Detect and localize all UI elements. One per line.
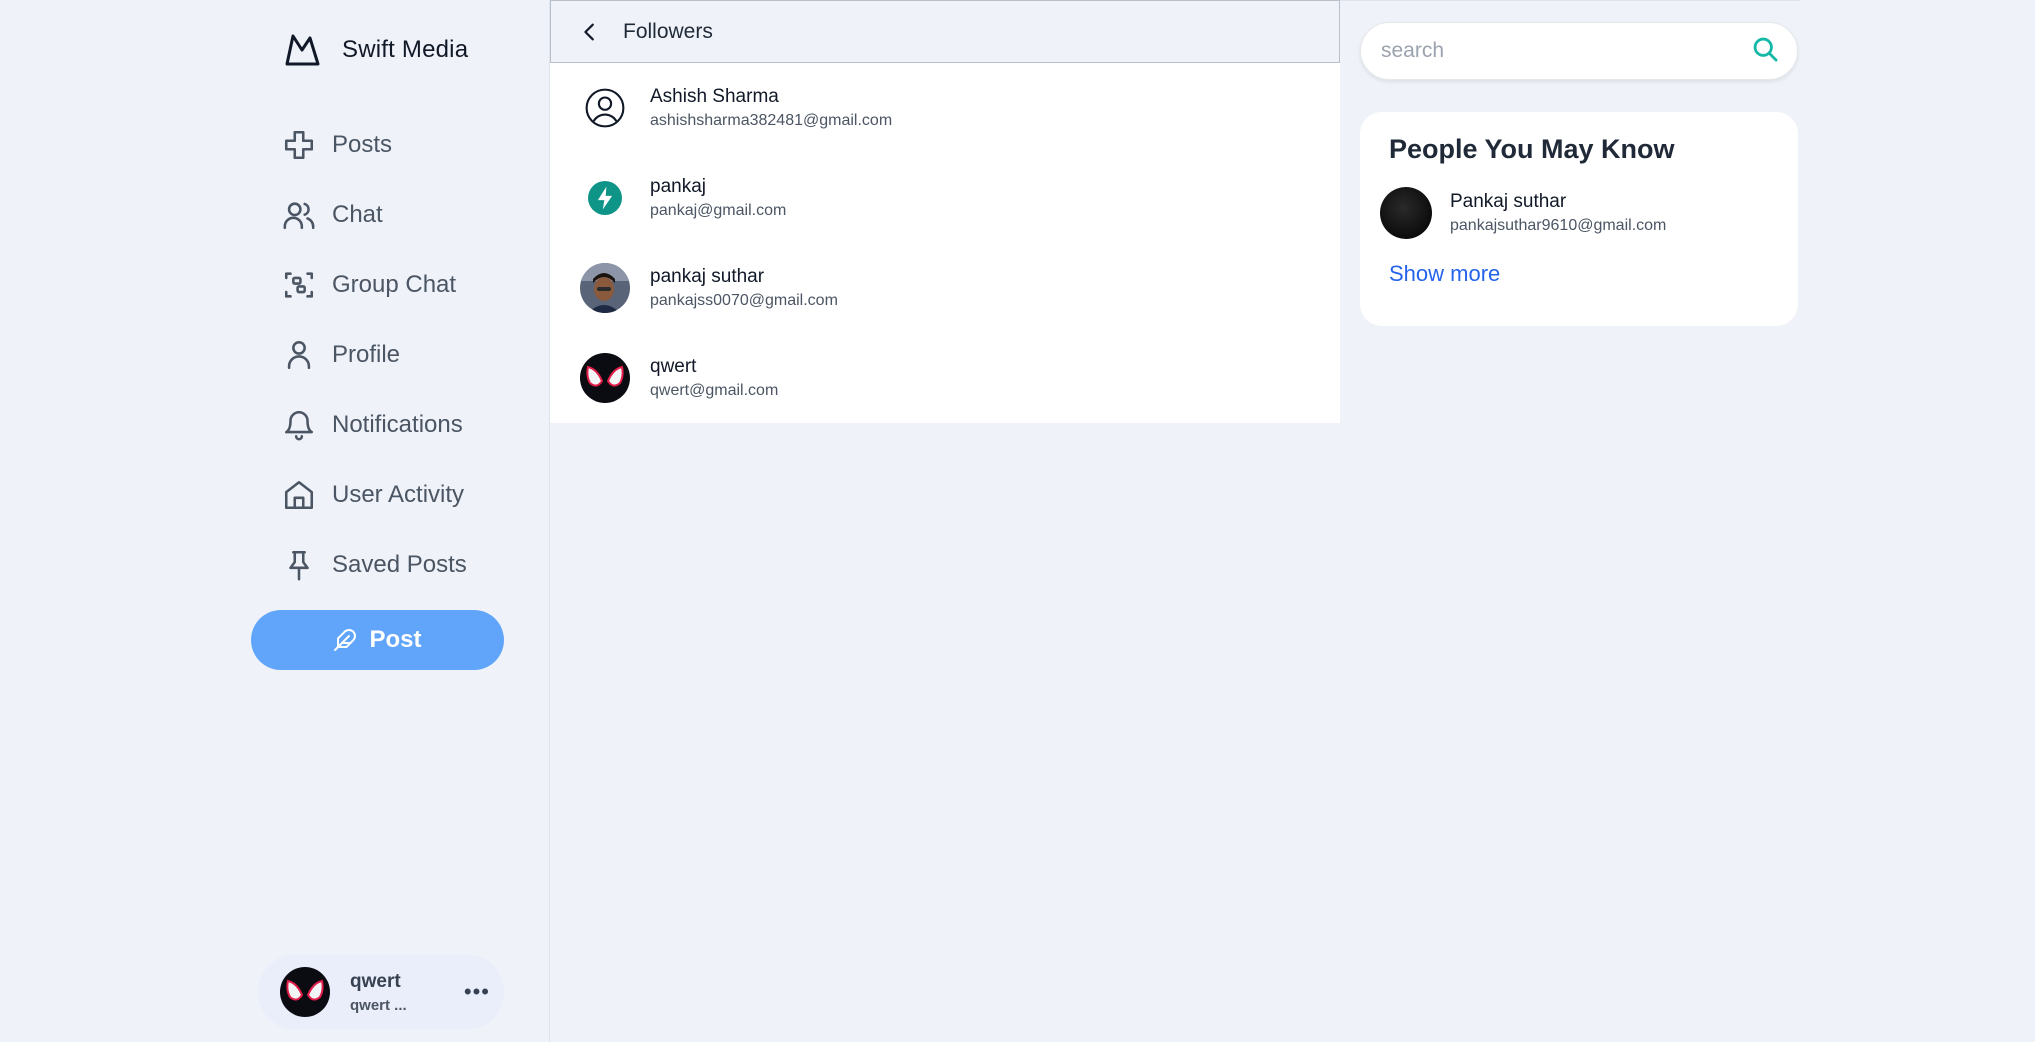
current-user-handle: qwert ... <box>350 996 407 1014</box>
follower-name: pankaj <box>650 176 706 197</box>
follower-email: pankajss0070@gmail.com <box>650 292 838 309</box>
avatar <box>580 263 630 313</box>
brand-name: Swift Media <box>342 36 469 63</box>
avatar <box>280 967 330 1017</box>
sidebar-item-user-activity[interactable]: User Activity <box>282 460 467 530</box>
followers-panel: Followers Ashish Sharma ashishsharma3824… <box>550 0 1340 423</box>
user-icon <box>287 340 311 370</box>
panel-header: Followers <box>550 0 1340 63</box>
list-item[interactable]: pankaj pankaj@gmail.com <box>550 153 1340 243</box>
group-scan-icon <box>284 272 314 298</box>
list-item[interactable]: qwert qwert@gmail.com <box>550 333 1340 423</box>
current-user-name: qwert <box>350 970 401 992</box>
brand[interactable]: Swift Media <box>282 30 468 70</box>
suggested-person[interactable]: Pankaj suthar pankajsuthar9610@gmail.com <box>1380 187 1778 239</box>
sidebar-item-label: Group Chat <box>332 271 457 298</box>
pin-icon <box>289 550 309 581</box>
bolt-icon <box>588 181 622 215</box>
sidebar-item-label: User Activity <box>332 481 465 508</box>
page-title: Followers <box>623 19 713 43</box>
more-options-icon[interactable]: ••• <box>464 979 490 1005</box>
default-user-icon <box>585 88 625 128</box>
search-bar <box>1360 22 1798 80</box>
follower-name: qwert <box>650 356 697 377</box>
sidebar-nav: Posts Chat Group Chat Profile Notificati… <box>282 110 467 600</box>
mask-avatar-icon <box>286 979 324 1001</box>
follower-email: qwert@gmail.com <box>650 382 779 399</box>
sidebar-item-chat[interactable]: Chat <box>282 180 467 250</box>
top-divider <box>1340 0 1800 1</box>
suggested-person-name: Pankaj suthar <box>1450 191 1567 212</box>
feather-icon <box>334 629 357 651</box>
current-user-card[interactable]: qwert qwert ... ••• <box>258 955 504 1029</box>
sidebar-item-label: Posts <box>332 131 393 158</box>
bell-icon <box>284 411 314 441</box>
post-button-label: Post <box>369 626 422 653</box>
sidebar-item-profile[interactable]: Profile <box>282 320 467 390</box>
sidebar-item-notifications[interactable]: Notifications <box>282 390 467 460</box>
followers-list: Ashish Sharma ashishsharma382481@gmail.c… <box>550 63 1340 423</box>
mountain-logo-icon <box>285 34 320 66</box>
list-item[interactable]: Ashish Sharma ashishsharma382481@gmail.c… <box>550 63 1340 153</box>
sidebar-item-label: Chat <box>332 201 383 228</box>
plus-cross-icon <box>284 130 314 160</box>
suggested-person-email: pankajsuthar9610@gmail.com <box>1450 217 1667 234</box>
post-button[interactable]: Post <box>251 610 504 670</box>
current-user-info: qwert qwert ... <box>350 971 464 1014</box>
avatar <box>580 353 630 403</box>
sidebar-item-label: Notifications <box>332 411 463 438</box>
search-icon[interactable] <box>1751 35 1779 68</box>
sidebar-item-label: Saved Posts <box>332 551 467 578</box>
sidebar-item-saved-posts[interactable]: Saved Posts <box>282 530 467 600</box>
show-more-link[interactable]: Show more <box>1389 261 1778 287</box>
follower-name: pankaj suthar <box>650 266 765 287</box>
home-icon <box>284 480 314 510</box>
mask-avatar-icon <box>586 365 624 387</box>
sidebar-item-posts[interactable]: Posts <box>282 110 467 180</box>
follower-name: Ashish Sharma <box>650 86 779 107</box>
follower-email: ashishsharma382481@gmail.com <box>650 112 893 129</box>
avatar <box>580 173 630 223</box>
sidebar: Swift Media Posts Chat Group Chat Profil… <box>250 0 550 1042</box>
back-button[interactable] <box>579 21 601 43</box>
follower-email: pankaj@gmail.com <box>650 202 787 219</box>
people-you-may-know-card: People You May Know Pankaj suthar pankaj… <box>1360 112 1798 326</box>
avatar <box>580 83 630 133</box>
section-title: People You May Know <box>1389 134 1675 164</box>
avatar <box>1380 187 1432 239</box>
photo-avatar <box>580 263 630 313</box>
chevron-left-icon <box>584 23 594 40</box>
sidebar-item-label: Profile <box>332 341 401 368</box>
sidebar-item-group-chat[interactable]: Group Chat <box>282 250 467 320</box>
list-item[interactable]: pankaj suthar pankajss0070@gmail.com <box>550 243 1340 333</box>
search-input[interactable] <box>1381 39 1751 63</box>
users-icon <box>283 202 315 230</box>
